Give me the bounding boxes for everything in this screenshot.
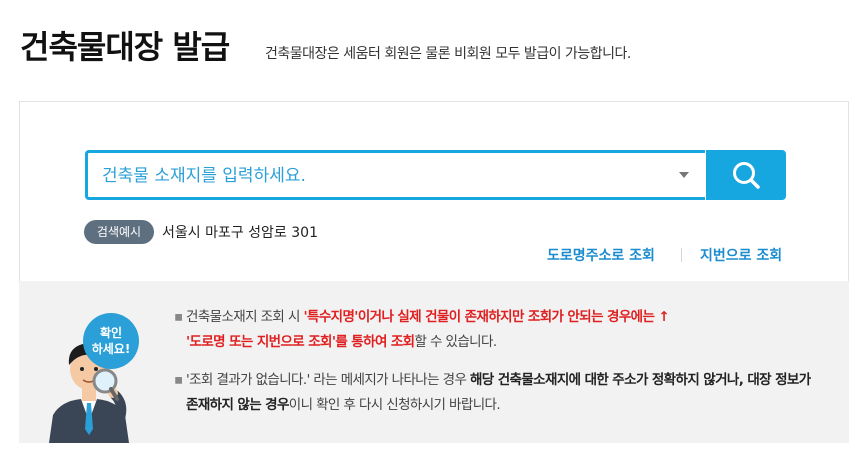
link-divider: [681, 248, 682, 262]
road-address-search-link[interactable]: 도로명주소로 조회: [547, 245, 655, 265]
notice-1-highlight-2: '도로명 또는 지번으로 조회'를 통하여 조회: [186, 334, 415, 350]
bubble-line-1: 확인: [99, 326, 123, 340]
search-icon: [733, 162, 760, 189]
address-search-input[interactable]: [100, 153, 674, 199]
search-button[interactable]: [706, 150, 786, 200]
notice-item-1: ▪ 건축물소재지 조회 시 '특수지명'이거나 실제 건물이 존재하지만 조회가…: [174, 305, 814, 355]
notice-item-2: ▪ '조회 결과가 없습니다.' 라는 메세지가 나타나는 경우 해당 건축물소…: [174, 368, 814, 418]
notice-panel: 확인 하세요! ▪ 건축물소재지 조회 시 '특수지명'이거나 실제 건물이 존…: [19, 281, 849, 443]
notice-1-prefix: 건축물소재지 조회 시: [186, 309, 304, 325]
notice-1-suffix: 할 수 있습니다.: [414, 334, 498, 350]
dropdown-caret-icon[interactable]: [679, 172, 689, 178]
notice-2-prefix: '조회 결과가 없습니다.' 라는 메세지가 나타나는 경우: [186, 372, 470, 388]
bullet-1: ▪: [174, 309, 183, 325]
example-badge: 검색예시: [84, 220, 154, 244]
page-subtitle: 건축물대장은 세움터 회원은 물론 비회원 모두 발급이 가능합니다.: [265, 46, 631, 62]
check-bubble: 확인 하세요!: [83, 313, 139, 369]
example-address: 서울시 마포구 성암로 301: [162, 225, 318, 241]
notice-1-highlight-1: '특수지명'이거나 실제 건물이 존재하지만 조회가 안되는 경우에는 ↑: [303, 309, 670, 325]
bullet-2: ▪: [174, 372, 183, 388]
page-title: 건축물대장 발급: [20, 28, 230, 66]
search-panel: 검색예시 서울시 마포구 성암로 301 도로명주소로 조회 지번으로 조회: [19, 101, 849, 283]
address-search-field[interactable]: [85, 150, 705, 200]
notice-2-suffix: 이니 확인 후 다시 신청하시기 바랍니다.: [288, 397, 501, 413]
lot-number-search-link[interactable]: 지번으로 조회: [700, 245, 782, 265]
bubble-line-2: 하세요!: [91, 342, 131, 356]
